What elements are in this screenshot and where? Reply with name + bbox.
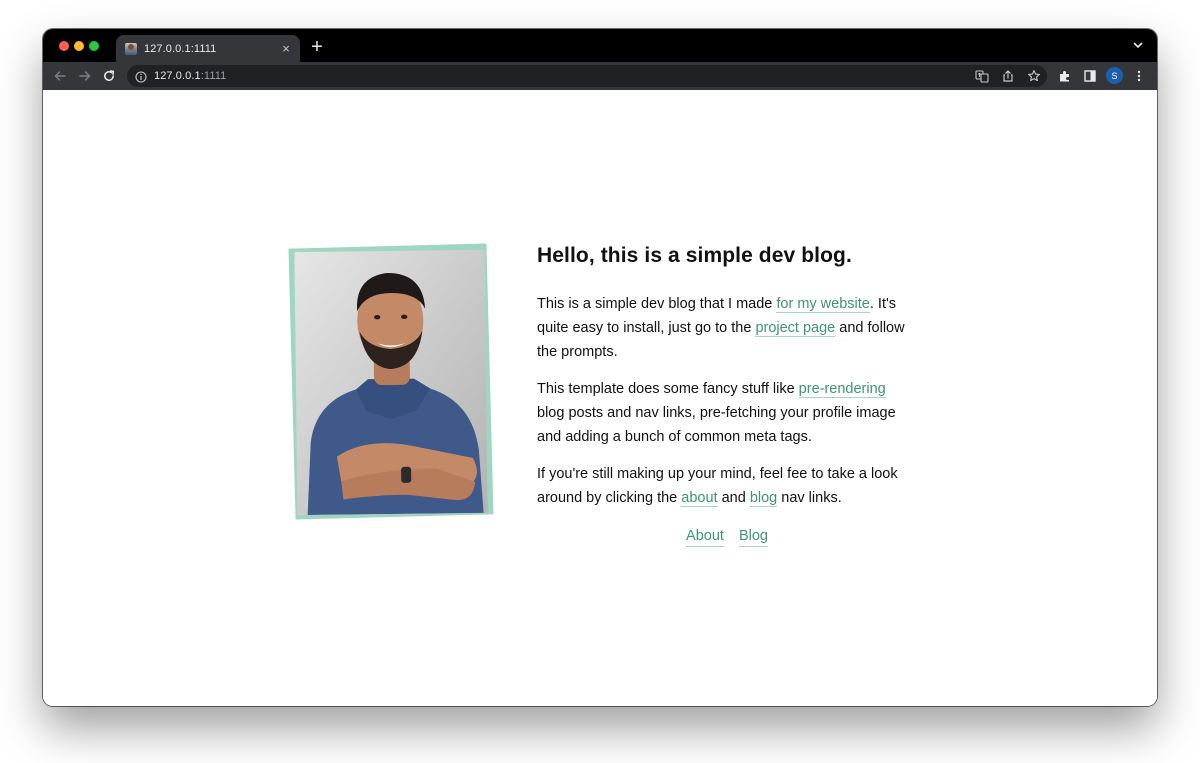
para-text: and — [717, 490, 750, 506]
back-arrow-icon[interactable] — [51, 67, 69, 85]
intro-paragraph-3: If you're still making up your mind, fee… — [537, 462, 917, 510]
about-inline-link[interactable]: about — [681, 490, 718, 507]
page-heading: Hello, this is a simple dev blog. — [537, 244, 852, 267]
project-page-link[interactable]: project page — [755, 320, 836, 337]
intro-paragraph-2: This template does some fancy stuff like… — [537, 377, 917, 449]
intro-paragraph-1: This is a simple dev blog that I made fo… — [537, 292, 917, 364]
for-my-website-link[interactable]: for my website — [776, 296, 870, 313]
person-portrait-image — [294, 249, 488, 516]
page-content: Hello, this is a simple dev blog. This i… — [43, 90, 1157, 706]
new-tab-button[interactable]: + — [309, 37, 325, 57]
address-bar-actions — [973, 67, 1043, 85]
para-text: blog posts and nav links, pre-fetching y… — [537, 405, 896, 445]
browser-window: 127.0.0.1:1111 × + 127.0.0.1:1111 S Hell… — [43, 29, 1157, 706]
tab-title: 127.0.0.1:1111 — [144, 42, 217, 55]
browser-toolbar: 127.0.0.1:1111 S — [43, 62, 1157, 90]
zoom-window-button[interactable] — [89, 41, 99, 51]
tab-close-icon[interactable]: × — [278, 42, 294, 55]
reload-icon[interactable] — [100, 67, 118, 85]
extensions-icon[interactable] — [1056, 67, 1074, 85]
para-text: nav links. — [777, 490, 842, 506]
pre-rendering-link[interactable]: pre-rendering — [798, 381, 886, 398]
para-text: This is a simple dev blog that I made — [537, 296, 777, 312]
browser-tab[interactable]: 127.0.0.1:1111 × — [116, 35, 300, 62]
url-port: :1111 — [200, 70, 227, 82]
info-icon[interactable] — [135, 70, 147, 83]
address-bar[interactable]: 127.0.0.1:1111 — [127, 65, 1047, 87]
star-icon[interactable] — [1025, 67, 1043, 85]
intro-content: Hello, this is a simple dev blog. This i… — [537, 244, 917, 547]
minimize-window-button[interactable] — [74, 41, 84, 51]
tab-favicon-icon — [125, 42, 137, 55]
profile-photo-frame — [288, 243, 494, 520]
nav-blog-link[interactable]: Blog — [738, 528, 768, 547]
profile-avatar[interactable]: S — [1106, 67, 1123, 84]
forward-arrow-icon[interactable] — [76, 67, 94, 85]
tab-strip: 127.0.0.1:1111 × + — [43, 29, 1157, 62]
nav-about-link[interactable]: About — [686, 528, 724, 547]
url-host: 127.0.0.1 — [154, 70, 201, 82]
profile-photo — [294, 249, 488, 516]
kebab-menu-icon[interactable] — [1130, 67, 1148, 85]
url-text: 127.0.0.1:1111 — [154, 70, 226, 82]
translate-icon[interactable] — [973, 67, 991, 85]
close-window-button[interactable] — [59, 41, 69, 51]
para-text: This template does some fancy stuff like — [537, 381, 799, 397]
side-panel-icon[interactable] — [1081, 67, 1099, 85]
nav-links: About Blog — [537, 528, 917, 547]
share-icon[interactable] — [999, 67, 1017, 85]
blog-inline-link[interactable]: blog — [749, 490, 778, 507]
tab-list-chevron-icon[interactable] — [1131, 38, 1145, 52]
